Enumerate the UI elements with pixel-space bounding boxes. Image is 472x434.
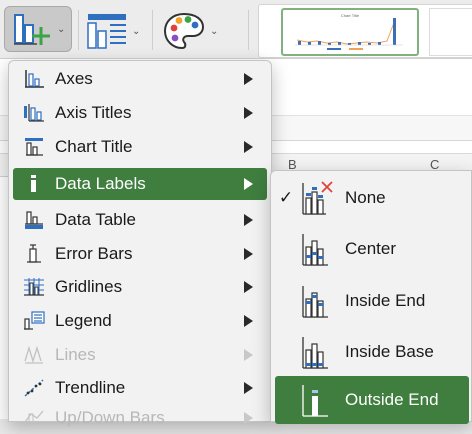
submenu-arrow-icon bbox=[244, 412, 253, 424]
up-down-bars-icon bbox=[19, 407, 49, 429]
trendline-icon bbox=[19, 377, 49, 399]
submenu-arrow-icon bbox=[244, 349, 253, 361]
menu-item-trendline[interactable]: Trendline bbox=[13, 372, 267, 404]
submenu-arrow-icon bbox=[244, 107, 253, 119]
ribbon-divider bbox=[248, 10, 249, 50]
chart-title-icon bbox=[19, 136, 49, 158]
submenu-arrow-icon bbox=[244, 248, 253, 260]
menu-item-label: Chart Title bbox=[55, 137, 133, 156]
submenu-arrow-icon bbox=[244, 214, 253, 226]
no-data-labels-icon bbox=[299, 178, 335, 218]
submenu-item-label: None bbox=[345, 188, 386, 207]
menu-item-data-table[interactable]: Data Table bbox=[13, 204, 267, 236]
palette-icon bbox=[163, 12, 205, 50]
submenu-arrow-icon bbox=[244, 73, 253, 85]
submenu-arrow-icon bbox=[244, 281, 253, 293]
menu-item-lines: Lines bbox=[13, 339, 267, 371]
axis-titles-icon bbox=[19, 102, 49, 124]
menu-item-label: Data Table bbox=[55, 210, 136, 229]
menu-item-label: Data Labels bbox=[55, 174, 146, 193]
menu-item-legend[interactable]: Legend bbox=[13, 305, 267, 337]
menu-item-up-down-bars: Up/Down Bars bbox=[13, 402, 267, 434]
submenu-item-label: Outside End bbox=[345, 390, 439, 409]
center-labels-icon bbox=[299, 229, 335, 269]
checkmark-icon: ✓ bbox=[278, 188, 294, 207]
chevron-down-icon: ⌄ bbox=[132, 25, 141, 37]
outside-end-labels-icon bbox=[299, 380, 335, 420]
menu-item-axis-titles[interactable]: Axis Titles bbox=[13, 97, 267, 129]
menu-item-label: Trendline bbox=[55, 378, 126, 397]
change-colors-button[interactable]: ⌄ bbox=[162, 9, 218, 53]
chart-styles-gallery[interactable]: Chart Title bbox=[258, 4, 472, 58]
error-bars-icon bbox=[19, 243, 49, 265]
menu-item-label: Axis Titles bbox=[55, 103, 132, 122]
submenu-item-center[interactable]: Center bbox=[275, 225, 469, 273]
submenu-arrow-icon bbox=[244, 178, 253, 190]
submenu-item-inside-end[interactable]: Inside End bbox=[275, 277, 469, 325]
submenu-item-label: Center bbox=[345, 239, 397, 258]
add-chart-element-icon bbox=[14, 14, 50, 45]
ribbon-divider bbox=[152, 10, 153, 50]
menu-item-error-bars[interactable]: Error Bars bbox=[13, 238, 267, 270]
legend-icon bbox=[19, 310, 49, 332]
data-table-icon bbox=[19, 209, 49, 231]
chart-style-thumbnail-selected[interactable]: Chart Title bbox=[281, 8, 419, 56]
chart-design-ribbon: ⌄ ⌄ ⌄ Chart Title bbox=[0, 0, 472, 59]
menu-item-data-labels[interactable]: Data Labels bbox=[13, 168, 267, 200]
chart-style-thumbnail[interactable] bbox=[429, 8, 472, 56]
chart-style-preview bbox=[295, 18, 403, 50]
submenu-item-label: Inside Base bbox=[345, 342, 434, 361]
submenu-item-outside-end[interactable]: Outside End bbox=[275, 376, 469, 424]
submenu-item-label: Inside End bbox=[345, 291, 426, 310]
gridlines-icon bbox=[19, 276, 49, 298]
submenu-arrow-icon bbox=[244, 141, 253, 153]
submenu-arrow-icon bbox=[244, 382, 253, 394]
menu-item-label: Axes bbox=[55, 69, 93, 88]
chevron-down-icon: ⌄ bbox=[210, 25, 219, 37]
menu-item-label: Error Bars bbox=[55, 244, 133, 263]
chevron-down-icon: ⌄ bbox=[57, 23, 66, 35]
menu-item-label: Gridlines bbox=[55, 277, 123, 296]
submenu-item-inside-base[interactable]: Inside Base bbox=[275, 328, 469, 376]
axes-icon bbox=[19, 68, 49, 90]
data-labels-submenu: ✓ None Center Inside End Inside Base Out… bbox=[270, 170, 472, 424]
lines-icon bbox=[19, 344, 49, 366]
data-labels-icon bbox=[19, 173, 49, 195]
menu-item-chart-title[interactable]: Chart Title bbox=[13, 131, 267, 163]
menu-item-axes[interactable]: Axes bbox=[13, 63, 267, 95]
quick-layout-icon bbox=[87, 14, 126, 49]
quick-layout-button[interactable]: ⌄ bbox=[86, 9, 140, 53]
submenu-item-none[interactable]: ✓ None bbox=[275, 174, 469, 222]
add-chart-element-button[interactable]: ⌄ bbox=[4, 6, 72, 52]
menu-item-label: Legend bbox=[55, 311, 112, 330]
menu-item-gridlines[interactable]: Gridlines bbox=[13, 271, 267, 303]
inside-base-labels-icon bbox=[299, 332, 335, 372]
add-chart-element-menu: Axes Axis Titles Chart Title Data Labels… bbox=[8, 60, 272, 427]
submenu-arrow-icon bbox=[244, 315, 253, 327]
menu-item-label: Up/Down Bars bbox=[55, 408, 165, 427]
ribbon-divider bbox=[78, 10, 79, 50]
menu-item-label: Lines bbox=[55, 345, 96, 364]
inside-end-labels-icon bbox=[299, 281, 335, 321]
